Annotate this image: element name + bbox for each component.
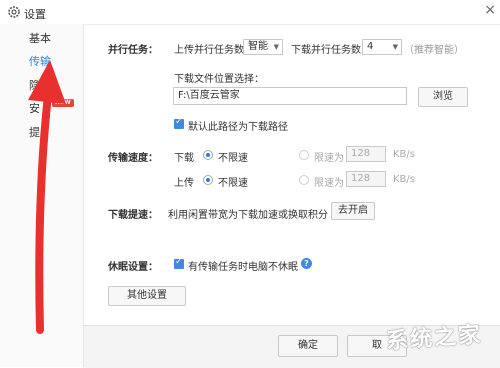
sidebar-item-label: 传输 [29, 55, 51, 68]
ok-button[interactable]: 确定 [278, 335, 338, 357]
settings-sidebar: 基本 传输 隐 安 NEW 提 [0, 24, 84, 367]
download-unit-label: KB/s [393, 149, 415, 160]
download-boost-desc: 利用闲置带宽为下载加速或换取积分 [168, 210, 328, 221]
transfer-speed-label: 传输速度： [108, 153, 158, 164]
no-sleep-label: 有传输任务时电脑不休眠 [188, 262, 298, 273]
download-limit-label: 限速为 [314, 153, 344, 164]
download-parallel-select[interactable]: 4 ▼ [362, 39, 402, 55]
download-parallel-value: 4 [367, 41, 374, 52]
settings-gear-icon [8, 6, 20, 18]
sleep-settings-label: 休眠设置： [108, 262, 158, 273]
enable-boost-button[interactable]: 去开启 [331, 202, 375, 220]
other-settings-button[interactable]: 其他设置 [108, 286, 186, 306]
download-speed-label: 下载 [174, 153, 194, 164]
chevron-down-icon: ▼ [273, 43, 279, 51]
download-limit-input[interactable]: 128 [346, 146, 386, 162]
upload-limit-radio[interactable] [299, 175, 309, 185]
upload-unit-label: KB/s [393, 174, 415, 185]
upload-speed-label: 上传 [174, 178, 194, 189]
watermark-logo: 系统之家 [385, 321, 483, 355]
default-path-label: 默认此路径为下载路径 [188, 122, 288, 133]
download-parallel-label: 下载并行任务数 [291, 45, 361, 56]
download-path-input[interactable]: F:\百度云管家 [173, 87, 407, 105]
sidebar-item-basic[interactable]: 基本 [0, 28, 83, 50]
sidebar-item-label: 提 [29, 126, 40, 139]
no-sleep-checkbox[interactable] [174, 257, 184, 269]
title-bar: 设置 × [0, 0, 500, 25]
upload-parallel-value: 智能 [248, 41, 268, 52]
upload-unlimited-radio[interactable] [203, 175, 213, 185]
upload-limit-input[interactable]: 128 [346, 171, 386, 187]
upload-unlimited-label: 不限速 [218, 178, 248, 189]
sidebar-item-label: 隐 [29, 79, 40, 92]
download-boost-label: 下载提速： [108, 210, 158, 221]
window-title: 设置 [24, 8, 46, 21]
new-badge: NEW [52, 99, 74, 107]
download-unlimited-label: 不限速 [218, 153, 248, 164]
default-path-checkbox[interactable] [174, 117, 184, 129]
sidebar-item-security[interactable]: 安 NEW [0, 98, 83, 120]
upload-limit-label: 限速为 [314, 178, 344, 189]
sidebar-item-reminder[interactable]: 提 [0, 122, 83, 144]
chevron-down-icon: ▼ [392, 43, 398, 51]
browse-button[interactable]: 浏览 [418, 87, 468, 107]
download-limit-radio[interactable] [299, 150, 309, 160]
download-unlimited-radio[interactable] [203, 150, 213, 160]
sidebar-item-label: 安 [29, 102, 40, 115]
help-icon[interactable]: ? [301, 258, 312, 269]
recommend-hint: （推荐智能） [404, 45, 464, 56]
upload-parallel-label: 上传并行任务数 [174, 45, 244, 56]
parallel-tasks-label: 并行任务： [108, 45, 158, 56]
sidebar-item-label: 基本 [29, 32, 51, 45]
upload-parallel-select[interactable]: 智能 ▼ [243, 39, 283, 55]
sidebar-item-privacy[interactable]: 隐 [0, 75, 83, 97]
sidebar-item-transfer[interactable]: 传输 [0, 51, 83, 73]
close-icon[interactable]: × [484, 2, 496, 18]
download-location-label: 下载文件位置选择： [174, 74, 264, 85]
